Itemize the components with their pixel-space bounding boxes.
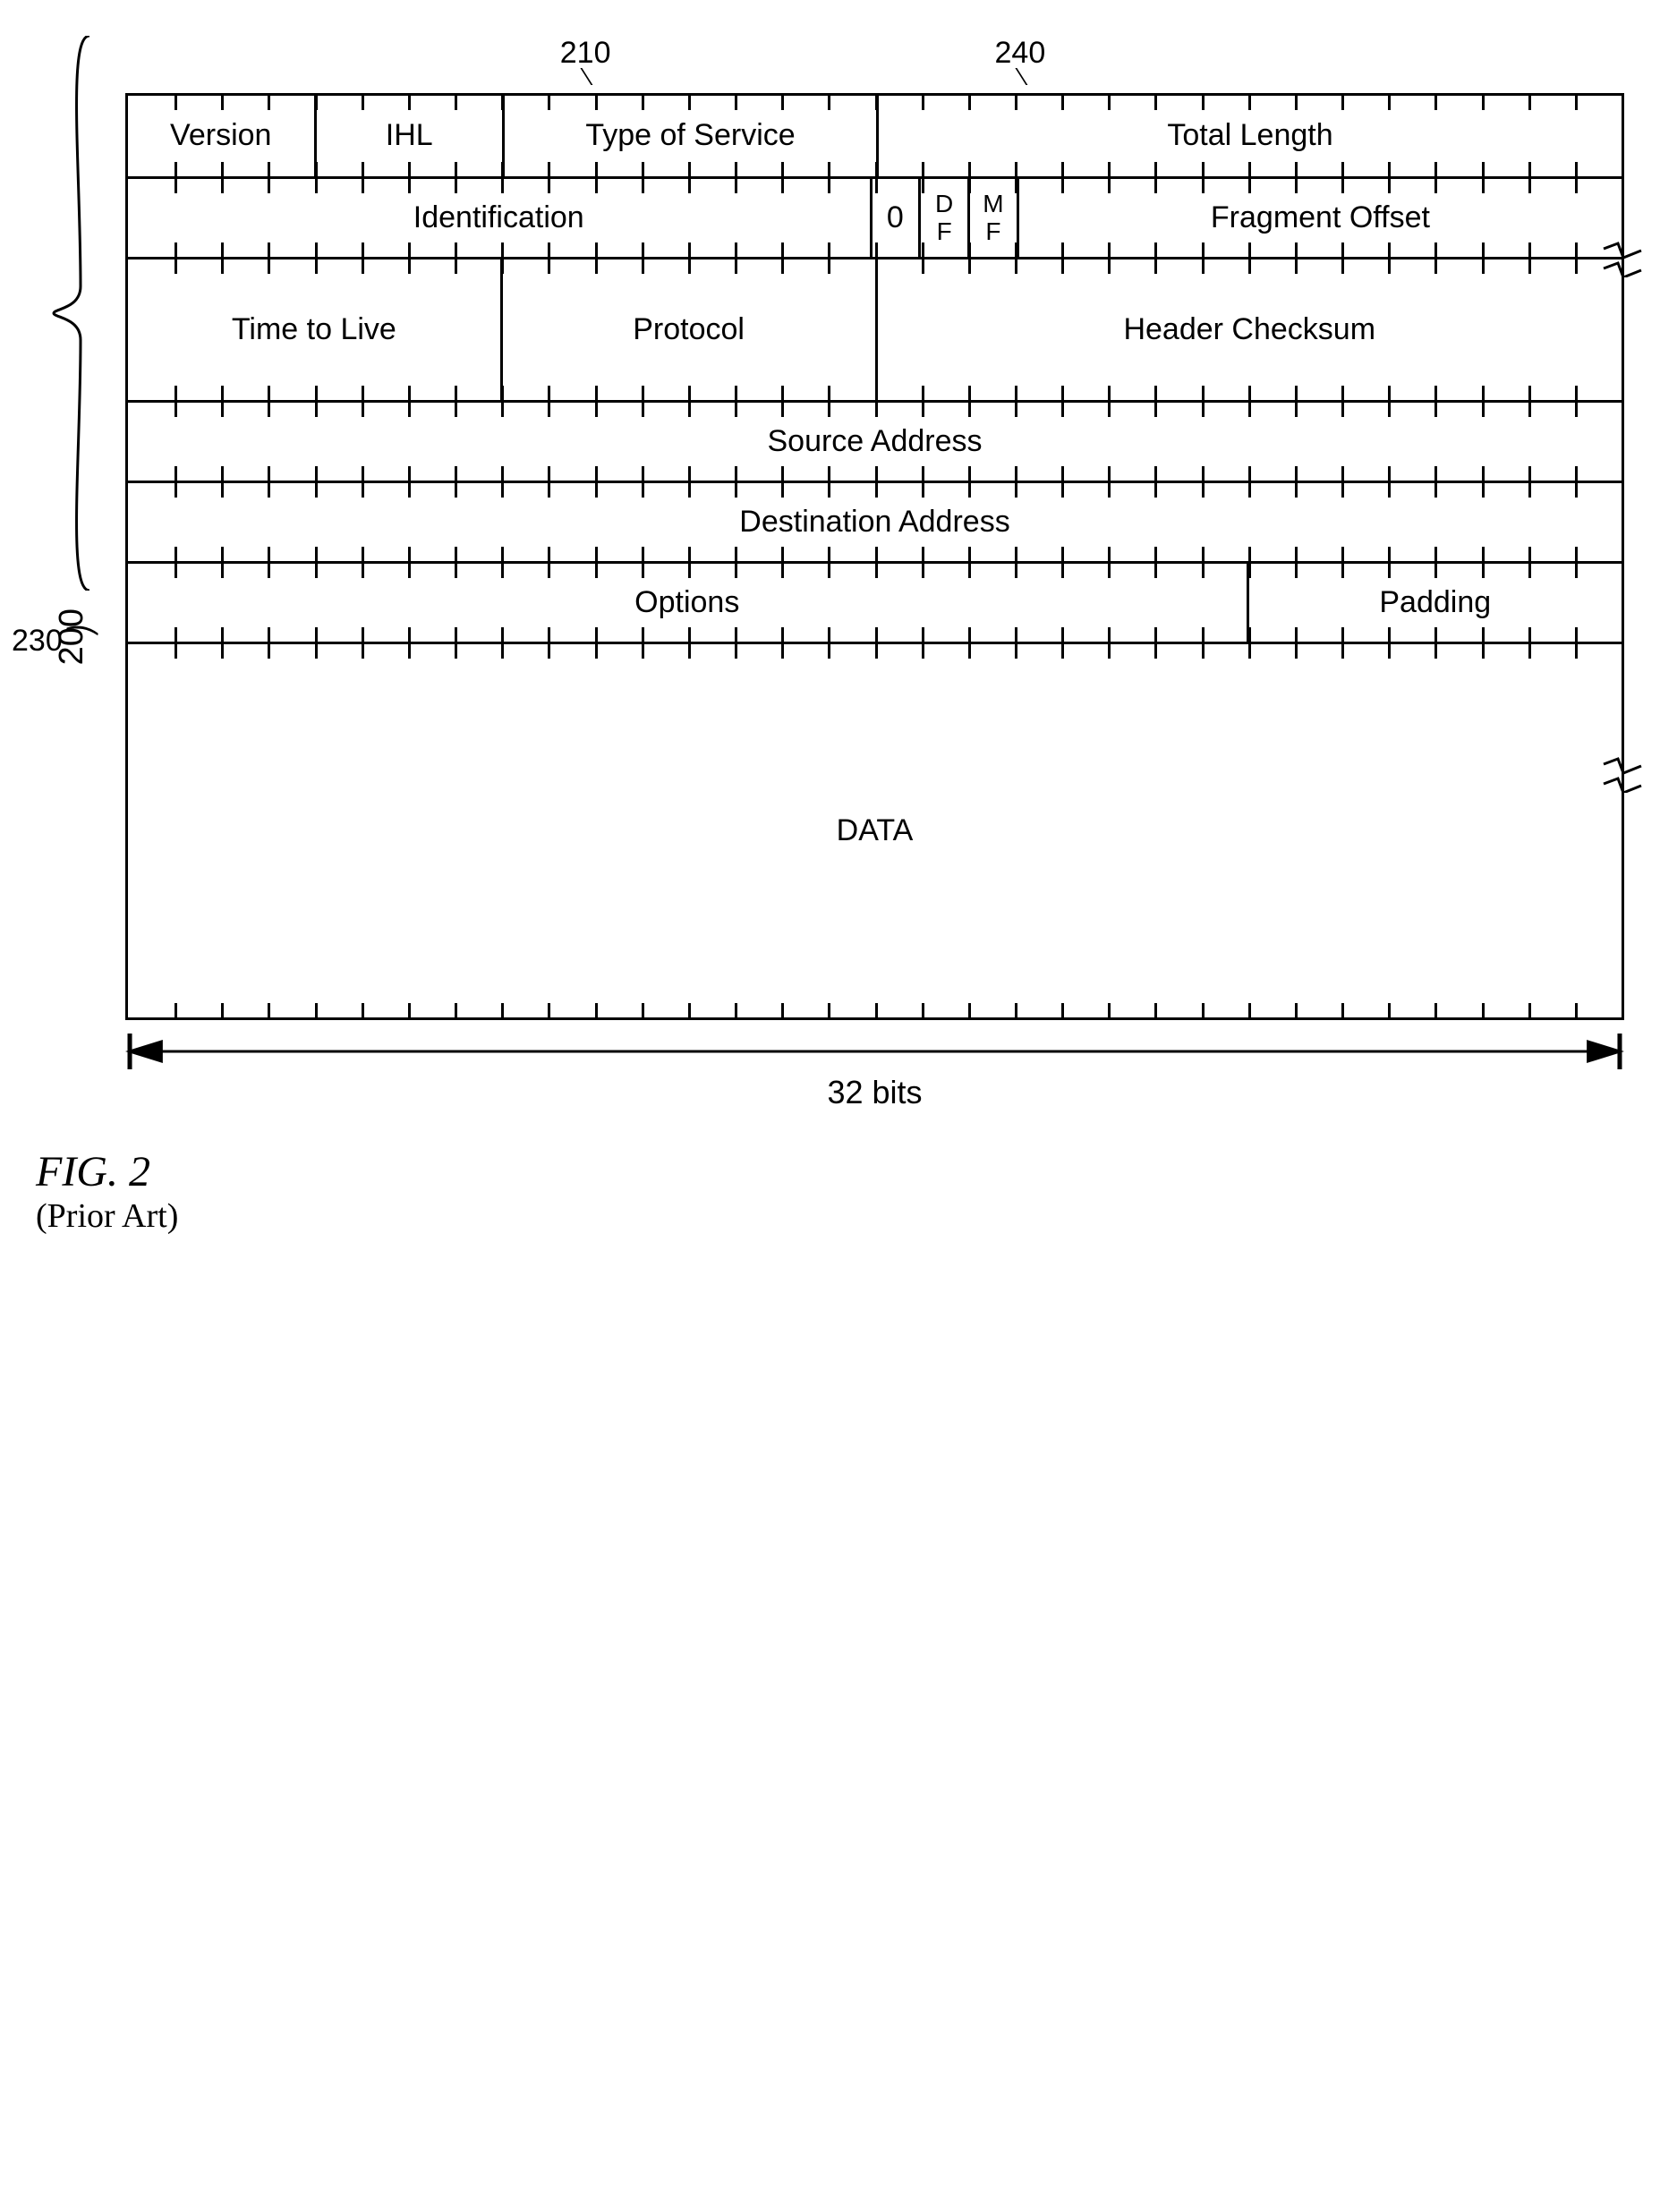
field-ihl: IHL — [314, 96, 503, 176]
field-flag-mf: M F — [967, 179, 1017, 257]
diagram: 210 ⁄ 240 ⁄ Version IHL Type of Service … — [125, 36, 1624, 1111]
row-6: DATA — [128, 642, 1622, 1017]
field-version: Version — [128, 96, 314, 176]
field-total-length: Total Length — [876, 96, 1622, 176]
ip-header-table: Version IHL Type of Service Total Length… — [125, 93, 1624, 1020]
width-label: 32 bits — [827, 1074, 922, 1110]
field-ttl: Time to Live — [128, 259, 500, 400]
ref-210: 210 ⁄ — [560, 36, 611, 83]
figure-number: FIG. 2 — [36, 1147, 1624, 1196]
field-fragment-offset: Fragment Offset — [1017, 179, 1622, 257]
brace-column: 200 — [36, 36, 107, 665]
row-5: Options Padding 230 ⁀ — [128, 561, 1622, 642]
field-identification: Identification — [128, 179, 870, 257]
field-source-address: Source Address — [128, 403, 1622, 481]
row-3: Source Address 220 ⁄ — [128, 400, 1622, 481]
width-indicator — [125, 1029, 1624, 1074]
field-tos: Type of Service — [502, 96, 876, 176]
row-0: Version IHL Type of Service Total Length — [128, 96, 1622, 176]
top-refnums: 210 ⁄ 240 ⁄ — [125, 36, 1624, 89]
field-checksum: Header Checksum — [875, 259, 1622, 400]
field-options: Options — [128, 564, 1247, 642]
figure-subtitle: (Prior Art) — [36, 1196, 1624, 1236]
curly-brace-icon — [36, 36, 107, 591]
row-2: Time to Live Protocol Header Checksum — [128, 257, 1622, 400]
ref-240: 240 ⁄ — [995, 36, 1046, 83]
field-destination-address: Destination Address — [128, 483, 1622, 561]
field-flag-df: D F — [918, 179, 967, 257]
field-protocol: Protocol — [500, 259, 875, 400]
width-label-row: 32 bits — [125, 1074, 1624, 1111]
row-4: Destination Address — [128, 481, 1622, 561]
row-1: Identification 0 D F M F Fragment Offset — [128, 176, 1622, 257]
ref-230: 230 ⁀ — [12, 620, 95, 661]
double-arrow-icon — [125, 1029, 1624, 1074]
field-flag-0: 0 — [870, 179, 919, 257]
field-data: DATA — [128, 644, 1622, 1017]
field-padding: Padding — [1247, 564, 1622, 642]
